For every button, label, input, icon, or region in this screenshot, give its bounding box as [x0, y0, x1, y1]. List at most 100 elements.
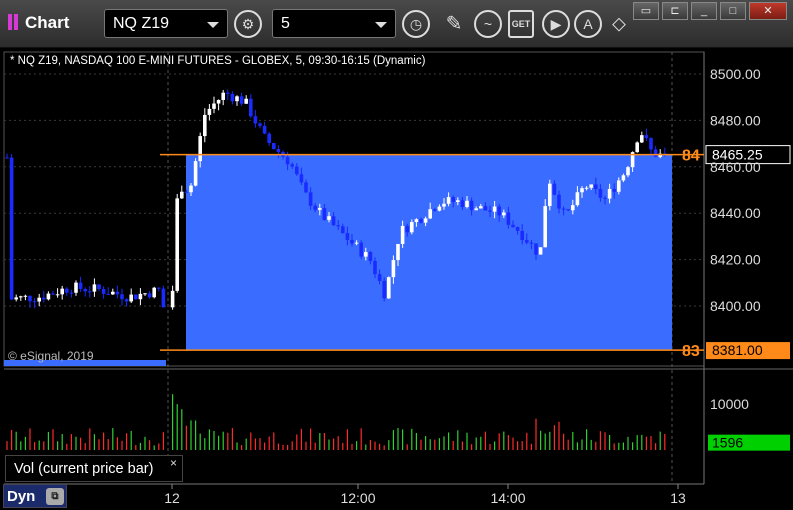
- candle-up: [129, 294, 133, 302]
- candle-up: [221, 92, 225, 100]
- y-tick-label: 8460.00: [710, 159, 761, 175]
- candle-up: [23, 295, 28, 297]
- candle-down: [253, 116, 258, 124]
- chevron-down-icon[interactable]: [375, 22, 387, 28]
- candle-up: [607, 188, 612, 199]
- mode-box[interactable]: Dyn ⧉: [3, 484, 67, 508]
- candle-down: [469, 200, 474, 211]
- candle-down: [460, 200, 465, 207]
- y-tick-label: 8480.00: [710, 112, 761, 128]
- candle-up: [212, 103, 216, 109]
- candle-down: [78, 282, 83, 289]
- chart-lock-icon[interactable]: ⧉: [46, 488, 64, 505]
- candle-up: [571, 205, 575, 211]
- candle-up: [364, 252, 368, 257]
- candle-down: [483, 206, 488, 211]
- volume-study-label[interactable]: Vol (current price bar): [5, 455, 183, 482]
- candle-up: [143, 293, 147, 295]
- candle-up: [46, 293, 51, 300]
- candle-down: [161, 288, 166, 308]
- candle-down: [433, 209, 437, 211]
- candle-up: [621, 175, 626, 181]
- volume-close-icon[interactable]: ×: [170, 456, 177, 470]
- candle-up: [111, 291, 115, 295]
- y-tick-label: 8420.00: [710, 252, 761, 268]
- candle-up: [391, 260, 396, 278]
- symbol-combo[interactable]: NQ Z19: [104, 9, 228, 38]
- pin-icon: ⊏: [670, 5, 680, 17]
- close-button[interactable]: ✕: [749, 2, 787, 20]
- candle-up: [465, 200, 469, 207]
- candle-up: [396, 243, 400, 261]
- candle-up: [575, 192, 580, 206]
- interval-combo[interactable]: 5: [272, 9, 396, 38]
- candle-down: [5, 157, 9, 159]
- maximize-button[interactable]: □: [720, 2, 746, 20]
- candle-down: [239, 96, 244, 104]
- price-zone: [186, 154, 672, 351]
- pin-button[interactable]: ⊏: [662, 2, 688, 20]
- minimize-button[interactable]: _: [691, 2, 717, 20]
- candle-down: [157, 287, 161, 289]
- gear-icon[interactable]: ⚙: [234, 10, 262, 38]
- candle-down: [368, 252, 373, 261]
- candle-up: [203, 114, 207, 137]
- x-tick-label: 12: [164, 490, 180, 506]
- sync-icon[interactable]: ⬦: [605, 10, 633, 38]
- candle-down: [373, 260, 377, 275]
- candle-down: [557, 194, 561, 209]
- candle-up: [617, 180, 621, 192]
- candle-down: [488, 210, 492, 212]
- candle-up: [175, 198, 179, 291]
- chart-bars-icon: [8, 14, 22, 30]
- candle-down: [88, 291, 92, 293]
- candle-down: [341, 226, 345, 234]
- candle-down: [525, 240, 529, 243]
- pencil-icon[interactable]: ✎: [440, 10, 468, 38]
- candle-up: [354, 242, 359, 244]
- alert-icon[interactable]: A: [574, 10, 602, 38]
- candle-up: [543, 206, 547, 248]
- chart-area[interactable]: 84 83 8465.25 8381.00 8500.00 8480.00 8460.00…: [0, 48, 793, 510]
- level-axis-label: 84: [682, 148, 700, 165]
- volume-y-tick-label: 10000: [710, 396, 749, 412]
- candle-up: [235, 96, 239, 102]
- chevron-down-icon[interactable]: [207, 22, 219, 28]
- get-icon[interactable]: GET: [508, 10, 534, 38]
- candle-down: [124, 299, 129, 302]
- candle-up: [244, 98, 248, 104]
- candle-down: [644, 135, 649, 139]
- candle-down: [106, 293, 110, 295]
- candle-up: [446, 197, 451, 204]
- candle-down: [603, 197, 607, 199]
- toolbar: Chart NQ Z19 ⚙ 5 ◷ ✎ ~ GET ▶ A ⬦ ▭ ⊏ _ □…: [0, 0, 793, 48]
- candle-down: [32, 301, 37, 303]
- candle-down: [51, 293, 55, 295]
- candle-down: [147, 293, 152, 298]
- candle-up: [180, 191, 184, 199]
- restore-button[interactable]: ▭: [633, 2, 659, 20]
- candle-up: [580, 188, 584, 193]
- candle-down: [83, 288, 87, 292]
- clock-icon[interactable]: ◷: [402, 10, 430, 38]
- candle-down: [331, 216, 336, 226]
- candle-up: [589, 184, 593, 188]
- close-icon: ✕: [763, 5, 773, 17]
- play-icon[interactable]: ▶: [542, 10, 570, 38]
- candle-down: [276, 149, 281, 152]
- x-tick-label: 13: [670, 490, 686, 506]
- candle-up: [502, 212, 506, 216]
- candle-up: [423, 218, 428, 223]
- candle-down: [350, 240, 354, 244]
- candle-down: [134, 294, 138, 300]
- candle-down: [594, 184, 598, 190]
- candle-up: [456, 200, 460, 203]
- candle-down: [511, 224, 515, 228]
- candle-up: [626, 167, 630, 176]
- candle-up: [92, 284, 97, 292]
- chart-canvas[interactable]: 84838465.258381.00 8500.008480.008460.00…: [0, 48, 793, 510]
- candle-down: [322, 208, 327, 220]
- study-icon[interactable]: ~: [474, 10, 502, 38]
- candle-up: [479, 206, 483, 209]
- candle-down: [295, 166, 299, 175]
